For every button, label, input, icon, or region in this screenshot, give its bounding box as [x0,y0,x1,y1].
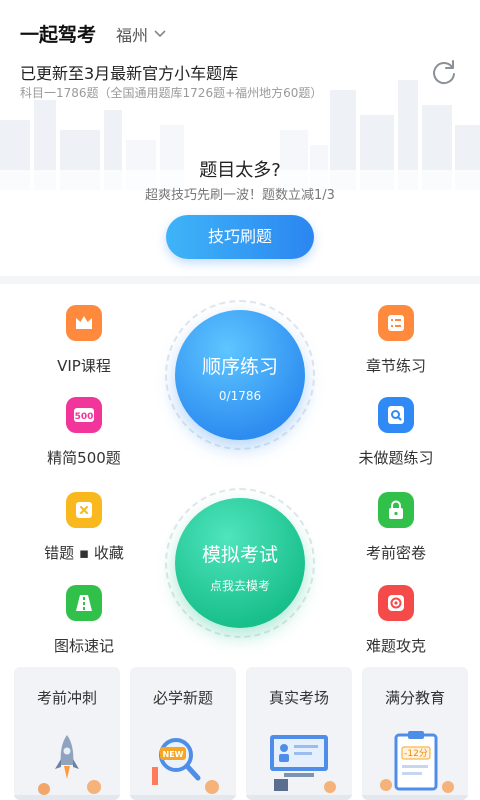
target-icon [378,585,414,621]
score-clipboard-icon: -12分 [362,731,468,800]
list-icon [378,305,414,341]
card-full-score[interactable]: 满分教育 -12分 [362,667,468,800]
search-doc-icon [378,397,414,433]
city-selector[interactable]: 福州 [116,22,166,46]
card-real-exam-room-title: 真实考场 [268,689,329,707]
card-sprint-title: 考前冲刺 [36,689,97,707]
card-new-questions[interactable]: 必学新题 NEW [130,667,236,800]
secret-paper-label: 考前密卷 [365,544,426,562]
vip-course-label: VIP课程 [57,357,111,375]
chapter-practice-label: 章节练习 [365,357,426,375]
sign-memorize-entry[interactable]: 图标速记 [24,585,144,656]
section-divider [0,276,480,284]
card-real-exam-room[interactable]: 真实考场 [246,667,352,800]
header-section: 一起驾考 福州 已更新至3月最新官方小车题库 科目一1786题（全国通用题库17… [0,0,480,276]
simplified-500-entry[interactable]: 500 精简500题 [24,397,144,468]
chevron-down-icon [154,30,166,38]
promo-subtitle: 超爽技巧先刷一波！题数立减1/3 [145,188,335,203]
badge-500-icon: 500 [66,397,102,433]
city-label: 福州 [116,26,149,45]
rocket-icon [14,735,120,800]
badge-500-text: 500 [75,412,94,422]
skill-practice-button[interactable]: 技巧刷题 [166,215,314,259]
bank-update-title: 已更新至3月最新官方小车题库 [20,64,239,83]
new-magnifier-icon: NEW [130,738,236,800]
card-full-score-title: 满分教育 [384,689,445,707]
app-title: 一起驾考 [20,24,97,46]
practice-progress: 0/1786 [218,389,262,403]
simplified-500-label: 精简500题 [47,449,121,467]
undone-practice-label: 未做题练习 [358,449,434,467]
lock-icon [378,492,414,528]
wrong-favorites-entry[interactable]: 错题 ▪ 收藏 [24,492,144,563]
undone-practice-entry[interactable]: 未做题练习 [336,397,456,468]
hard-questions-label: 难题攻克 [365,637,426,655]
score-badge-text: -12分 [404,748,428,759]
mock-exam-title: 模拟考试 [201,544,278,566]
sign-memorize-label: 图标速记 [53,637,114,655]
hard-questions-entry[interactable]: 难题攻克 [336,585,456,656]
bank-update-detail: 科目一1786题（全国通用题库1726题+福州地方60题） [20,86,323,100]
secret-paper-entry[interactable]: 考前密卷 [336,492,456,563]
wrong-favorites-label: 错题 ▪ 收藏 [44,544,124,562]
card-new-questions-title: 必学新题 [152,689,213,707]
exam-room-icon [246,735,352,800]
mock-exam-button[interactable]: 模拟考试 点我去模考 [175,498,305,628]
sequential-practice-title: 顺序练习 [201,356,278,378]
card-sprint[interactable]: 考前冲刺 [14,667,120,800]
crown-icon [66,305,102,341]
sequential-practice-button[interactable]: 顺序练习 0/1786 [175,310,305,440]
promo-title: 题目太多? [199,160,281,181]
chapter-practice-entry[interactable]: 章节练习 [336,305,456,376]
refresh-icon[interactable] [430,58,458,86]
vip-course-entry[interactable]: VIP课程 [24,305,144,376]
road-icon [66,585,102,621]
new-badge-text: NEW [163,750,184,759]
mock-exam-subtitle: 点我去模考 [209,579,270,593]
wrong-note-icon [66,492,102,528]
